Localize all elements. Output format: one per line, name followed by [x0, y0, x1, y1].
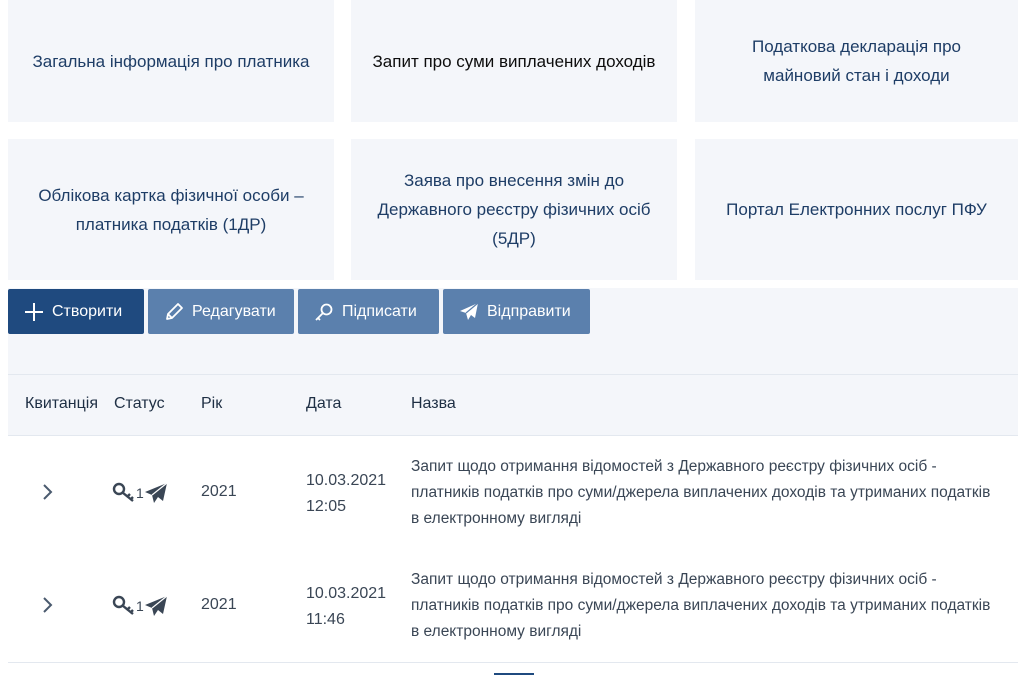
table-row[interactable]: 1 2021 10.03.2021 11:46 Запит щодо отрим… [8, 549, 1018, 663]
column-date[interactable]: Дата [306, 395, 341, 413]
tile-income-request[interactable]: Запит про суми виплачених доходів [351, 0, 677, 122]
tile-label: Запит про суми виплачених доходів [372, 51, 656, 71]
send-button-label: Відправити [487, 302, 571, 320]
row-date-day: 10.03.2021 [306, 472, 387, 489]
key-icon [112, 595, 134, 615]
sign-button[interactable]: Підписати [298, 289, 439, 334]
row-name: Запит щодо отримання відомостей з Держав… [411, 458, 991, 527]
column-receipt[interactable]: Квитанція [25, 395, 98, 413]
create-button-label: Створити [52, 302, 123, 320]
pencil-icon [166, 302, 183, 320]
tile-pfu-portal[interactable]: Портал Електронних послуг ПФУ [695, 139, 1018, 280]
create-button[interactable]: Створити [8, 289, 144, 334]
column-status[interactable]: Статус [114, 395, 165, 413]
edit-button[interactable]: Редагувати [148, 289, 294, 334]
row-date-time: 11:46 [306, 611, 345, 628]
paper-plane-icon [144, 595, 168, 616]
key-icon [315, 303, 333, 321]
signature-count: 1 [136, 485, 144, 501]
tile-label: Заява про внесення змін до Державного ре… [377, 171, 651, 248]
row-date: 10.03.2021 11:46 [306, 581, 386, 633]
row-year: 2021 [201, 483, 237, 500]
tile-tax-declaration[interactable]: Податкова декларація про майновий стан і… [695, 0, 1018, 122]
status-icons: 1 [112, 594, 168, 618]
column-year[interactable]: Рік [201, 395, 222, 413]
row-date: 10.03.2021 12:05 [306, 468, 386, 520]
tile-label: Портал Електронних послуг ПФУ [726, 200, 987, 219]
paper-plane-icon [460, 302, 479, 320]
tile-payer-info[interactable]: Загальна інформація про платника [8, 0, 334, 122]
chevron-right-icon[interactable] [41, 595, 55, 615]
signature-count: 1 [136, 598, 144, 614]
table-header: Квитанція Статус Рік Дата Назва [8, 374, 1018, 436]
chevron-right-icon[interactable] [41, 482, 55, 502]
tile-label: Облікова картка фізичної особи – платник… [38, 185, 304, 234]
toolbar: Створити Редагувати Підписати Відправити [8, 288, 1018, 374]
table-row[interactable]: 1 2021 10.03.2021 12:05 Запит щодо отрим… [8, 436, 1018, 550]
tile-label: Загальна інформація про платника [32, 51, 310, 71]
row-name: Запит щодо отримання відомостей з Держав… [411, 571, 991, 640]
row-date-day: 10.03.2021 [306, 585, 387, 602]
tile-label: Податкова декларація про майновий стан і… [751, 37, 962, 85]
send-button[interactable]: Відправити [443, 289, 590, 334]
row-year: 2021 [201, 596, 237, 613]
row-date-time: 12:05 [306, 498, 347, 515]
sign-button-label: Підписати [342, 302, 417, 320]
tile-5dr-application[interactable]: Заява про внесення змін до Державного ре… [351, 139, 677, 280]
edit-button-label: Редагувати [192, 302, 276, 320]
column-name[interactable]: Назва [411, 395, 456, 413]
key-icon [112, 482, 134, 502]
paper-plane-icon [144, 482, 168, 503]
status-icons: 1 [112, 481, 168, 505]
tile-1dr-card[interactable]: Облікова картка фізичної особи – платник… [8, 139, 334, 280]
plus-icon [25, 302, 43, 321]
